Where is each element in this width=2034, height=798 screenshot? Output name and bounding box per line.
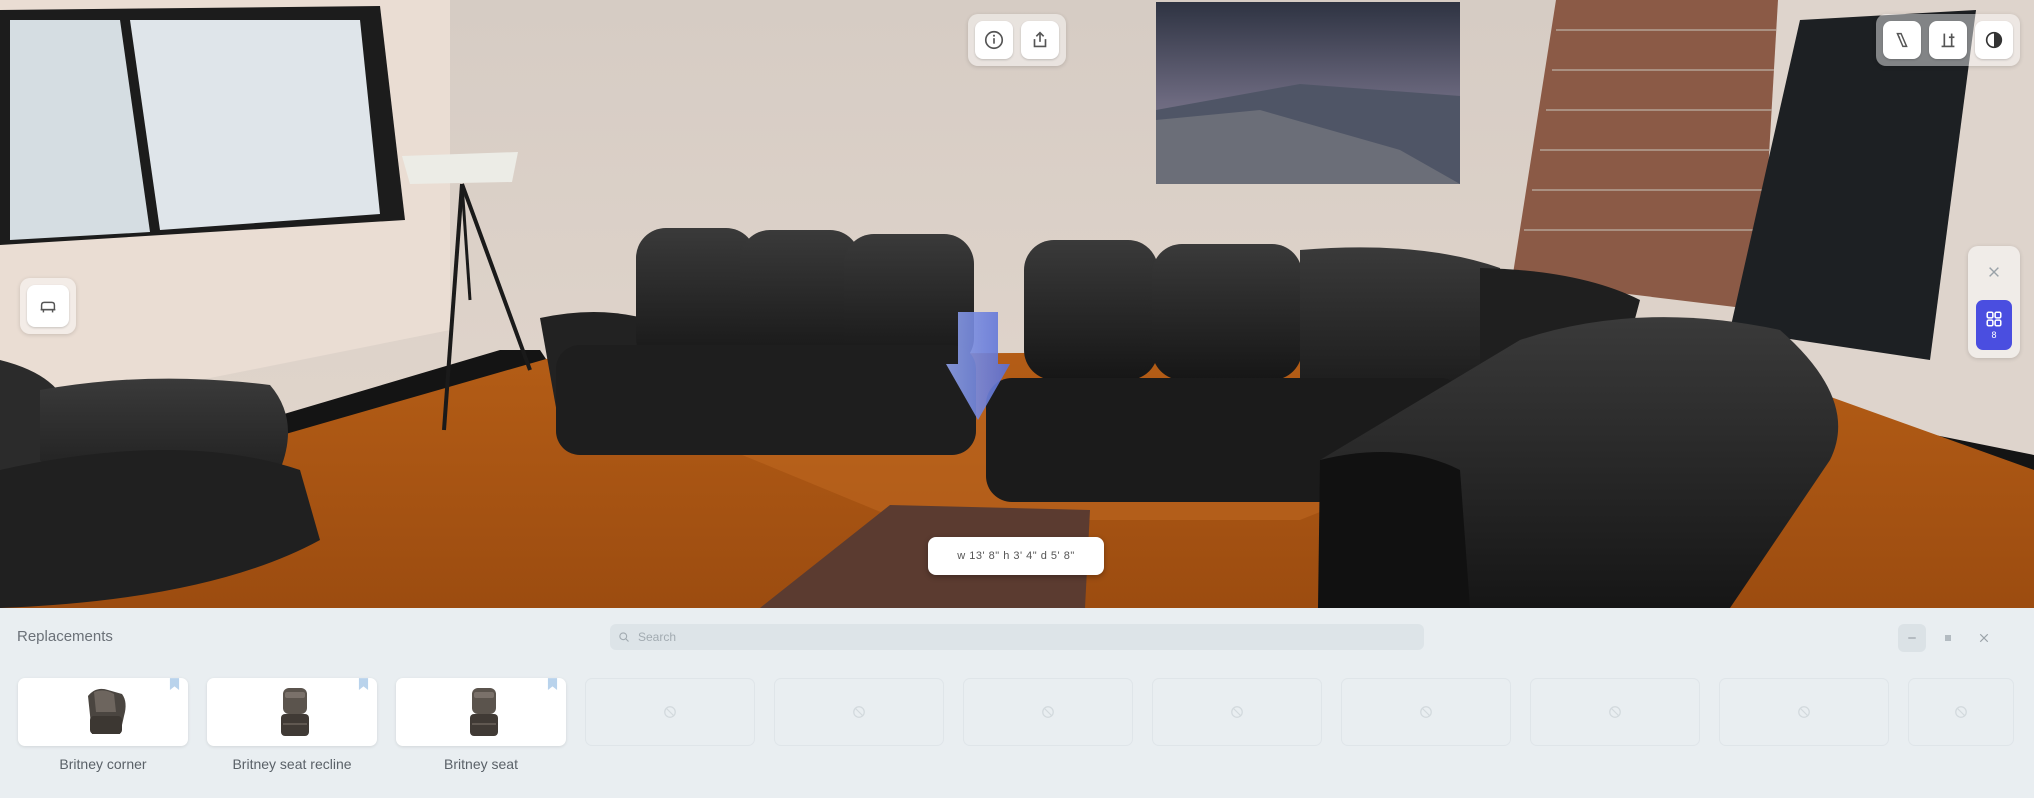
top-center-toolbar xyxy=(968,14,1066,66)
car-seat-icon xyxy=(40,301,56,313)
bookmark-icon[interactable] xyxy=(547,678,558,691)
replacement-card-britney-corner[interactable] xyxy=(18,678,188,746)
empty-slot xyxy=(1908,678,2014,746)
expand-panel-button[interactable] xyxy=(1934,624,1962,652)
3d-viewport[interactable]: 8 w 13' 8" h 3' 4" d 5' 8" xyxy=(0,0,2034,608)
share-icon xyxy=(1033,31,1047,48)
empty-slot xyxy=(1719,678,1889,746)
share-button[interactable] xyxy=(1021,21,1059,59)
empty-slot xyxy=(963,678,1133,746)
unavailable-icon xyxy=(1231,706,1243,718)
bookmark-icon[interactable] xyxy=(358,678,369,691)
grid-icon xyxy=(1986,311,2002,327)
empty-slot xyxy=(585,678,755,746)
layout-icon xyxy=(1941,33,1955,48)
grid-view-button[interactable]: 8 xyxy=(1976,300,2012,350)
minus-icon xyxy=(1908,637,1916,639)
empty-slot xyxy=(1341,678,1511,746)
replacement-card-label: Britney seat xyxy=(444,756,518,772)
square-icon xyxy=(1945,635,1951,641)
left-tool-group xyxy=(20,278,76,334)
car-seat-button[interactable] xyxy=(27,285,69,327)
minimize-panel-button[interactable] xyxy=(1898,624,1926,652)
room-scene[interactable] xyxy=(0,0,2034,608)
search-icon xyxy=(619,632,629,642)
side-panel: 8 xyxy=(1968,246,2020,358)
replacement-card-label: Britney corner xyxy=(59,756,147,772)
layout-button[interactable] xyxy=(1929,21,1967,59)
unavailable-icon xyxy=(664,706,676,718)
close-icon xyxy=(1989,267,1999,277)
measure-icon xyxy=(1896,32,1908,48)
empty-slot xyxy=(774,678,944,746)
unavailable-icon xyxy=(1042,706,1054,718)
britney-seat-thumbnail xyxy=(470,688,498,736)
panel-title: Replacements xyxy=(17,628,113,645)
unavailable-icon xyxy=(1955,706,1967,718)
info-icon xyxy=(984,30,1004,50)
replacement-card-label: Britney seat recline xyxy=(232,756,352,772)
search-box xyxy=(610,624,1424,650)
empty-slot xyxy=(1530,678,1700,746)
unavailable-icon xyxy=(1609,706,1621,718)
dimensions-label: w 13' 8" h 3' 4" d 5' 8" xyxy=(928,537,1104,575)
close-panel-button[interactable] xyxy=(1970,624,1998,652)
replacement-card-britney-seat-recline[interactable] xyxy=(207,678,377,746)
grid-count: 8 xyxy=(1991,330,1997,340)
britney-seat-recline-thumbnail xyxy=(281,688,309,736)
close-icon xyxy=(1979,633,1989,643)
bookmark-icon[interactable] xyxy=(169,678,180,691)
unavailable-icon xyxy=(853,706,865,718)
search-input[interactable] xyxy=(636,629,1400,645)
theme-icon xyxy=(1985,31,2003,49)
theme-button[interactable] xyxy=(1975,21,2013,59)
top-right-toolbar xyxy=(1876,14,2020,66)
replacement-card-britney-seat[interactable] xyxy=(396,678,566,746)
unavailable-icon xyxy=(1798,706,1810,718)
replacements-panel: Replacements Search Britney corner Britn… xyxy=(0,608,2034,798)
unavailable-icon xyxy=(1420,706,1432,718)
empty-slot xyxy=(1152,678,1322,746)
info-button[interactable] xyxy=(975,21,1013,59)
britney-corner-thumbnail xyxy=(88,688,126,734)
panel-view-controls xyxy=(1898,624,1998,652)
side-panel-close-button[interactable] xyxy=(1982,260,2006,284)
measure-button[interactable] xyxy=(1883,21,1921,59)
